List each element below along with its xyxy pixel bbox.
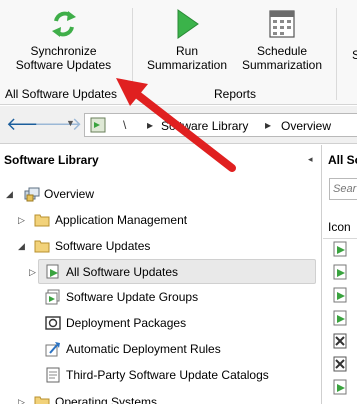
tree-item-automatic-deployment-rules[interactable]: Automatic Deployment Rules xyxy=(0,337,300,361)
search-placeholder: Sear xyxy=(333,183,357,195)
run-label-1: Run xyxy=(175,44,198,58)
collapse-icon[interactable]: ◢ xyxy=(6,182,16,206)
back-button[interactable]: 🡐 xyxy=(6,114,54,136)
tree-label: Third-Party Software Update Catalogs xyxy=(66,368,269,382)
update-row-icon[interactable] xyxy=(333,379,349,395)
expand-icon[interactable]: ▷ xyxy=(18,208,28,232)
results-pane: All So Sear Icon xyxy=(323,145,357,404)
group-separator xyxy=(336,8,337,100)
tree-label: Deployment Packages xyxy=(66,316,187,330)
tree-item-software-update-groups[interactable]: Software Update Groups xyxy=(0,285,300,309)
tree-item-application-management[interactable]: ▷ Application Management xyxy=(0,208,300,232)
column-header-icon[interactable]: Icon xyxy=(323,215,357,239)
update-row-icon[interactable] xyxy=(333,287,349,303)
nav-title: Software Library xyxy=(4,153,99,167)
update-row-icon[interactable] xyxy=(333,241,349,257)
group-label-reports: Reports xyxy=(214,87,257,101)
tree-label: All Software Updates xyxy=(66,265,179,279)
software-update-icon xyxy=(46,264,59,279)
catalog-icon xyxy=(46,367,60,383)
sync-label-2: Software Updates xyxy=(15,58,112,72)
run-label-2: Summarization xyxy=(146,58,228,72)
tree-item-software-updates[interactable]: ◢ Software Updates xyxy=(0,234,300,258)
column-label: Icon xyxy=(328,220,351,234)
tree-item-operating-systems[interactable]: ▷ Operating Systems xyxy=(0,390,300,404)
address-bar: 🡐 🡒 ▼ \ ▸ Software Library ▸ Overview xyxy=(0,106,357,144)
schedule-label-2: Summarization xyxy=(241,58,323,72)
tree-item-all-software-updates[interactable]: ▷ All Software Updates xyxy=(29,259,316,284)
folder-icon xyxy=(34,240,50,253)
folder-icon xyxy=(34,396,50,404)
tree-label: Software Update Groups xyxy=(66,290,199,304)
collapse-pane-button[interactable]: ◂ xyxy=(308,154,313,165)
ribbon: Synchronize Software Updates Run Summari… xyxy=(0,0,357,105)
tree-label: Operating Systems xyxy=(55,395,158,404)
forward-arrow-icon: 🡒 xyxy=(34,114,83,134)
results-title: All So xyxy=(328,153,357,167)
synchronize-software-updates-button[interactable]: Synchronize Software Updates xyxy=(6,8,121,72)
tree-label: Automatic Deployment Rules xyxy=(66,342,221,356)
schedule-icon xyxy=(269,10,295,38)
sync-label-1: Synchronize xyxy=(30,44,97,58)
breadcrumb-software-library[interactable]: Software Library xyxy=(161,119,248,133)
expand-icon[interactable]: ▷ xyxy=(18,390,28,404)
tree-item-third-party-catalogs[interactable]: Third-Party Software Update Catalogs xyxy=(0,363,322,387)
schedule-label-1: Schedule xyxy=(256,44,308,58)
partial-ribbon-button[interactable]: S xyxy=(346,48,357,62)
sync-icon xyxy=(51,11,76,37)
expired-update-row-icon[interactable] xyxy=(333,333,349,349)
update-group-icon xyxy=(45,289,60,305)
chevron-down-icon: ▼ xyxy=(66,118,75,128)
update-row-icon[interactable] xyxy=(333,264,349,280)
group-label-all-software-updates: All Software Updates xyxy=(5,87,118,101)
tree-label: Application Management xyxy=(55,213,188,227)
partial-label: S xyxy=(351,48,357,62)
console-home-icon xyxy=(90,117,106,133)
package-icon xyxy=(45,316,61,330)
history-dropdown[interactable]: ▼ xyxy=(66,118,75,128)
tree-label: Software Updates xyxy=(55,239,151,253)
navigation-pane: Software Library ◂ ◢ Overview ▷ Applicat… xyxy=(0,145,322,404)
expired-update-row-icon[interactable] xyxy=(333,356,349,372)
breadcrumb-overview[interactable]: Overview xyxy=(281,119,331,133)
folder-icon xyxy=(34,214,50,227)
overview-icon xyxy=(24,187,40,202)
forward-button[interactable]: 🡒 xyxy=(34,114,82,136)
breadcrumb-separator: ▸ xyxy=(265,118,272,132)
expand-icon[interactable]: ▷ xyxy=(29,260,39,284)
schedule-summarization-button[interactable]: Schedule Summarization xyxy=(236,8,328,72)
run-icon xyxy=(177,9,199,39)
update-row-icon[interactable] xyxy=(333,310,349,326)
rules-icon xyxy=(45,342,60,357)
group-separator xyxy=(132,8,133,100)
tree-item-deployment-packages[interactable]: Deployment Packages xyxy=(0,311,300,335)
run-summarization-button[interactable]: Run Summarization xyxy=(143,8,231,72)
breadcrumb-separator: ▸ xyxy=(147,118,154,132)
search-input[interactable]: Sear xyxy=(329,178,357,200)
collapse-icon[interactable]: ◢ xyxy=(18,234,28,258)
breadcrumb[interactable]: \ ▸ Software Library ▸ Overview xyxy=(84,113,357,137)
breadcrumb-root-separator: \ xyxy=(123,118,127,132)
tree-item-overview[interactable]: ◢ Overview xyxy=(0,182,300,206)
tree-label: Overview xyxy=(44,187,95,201)
